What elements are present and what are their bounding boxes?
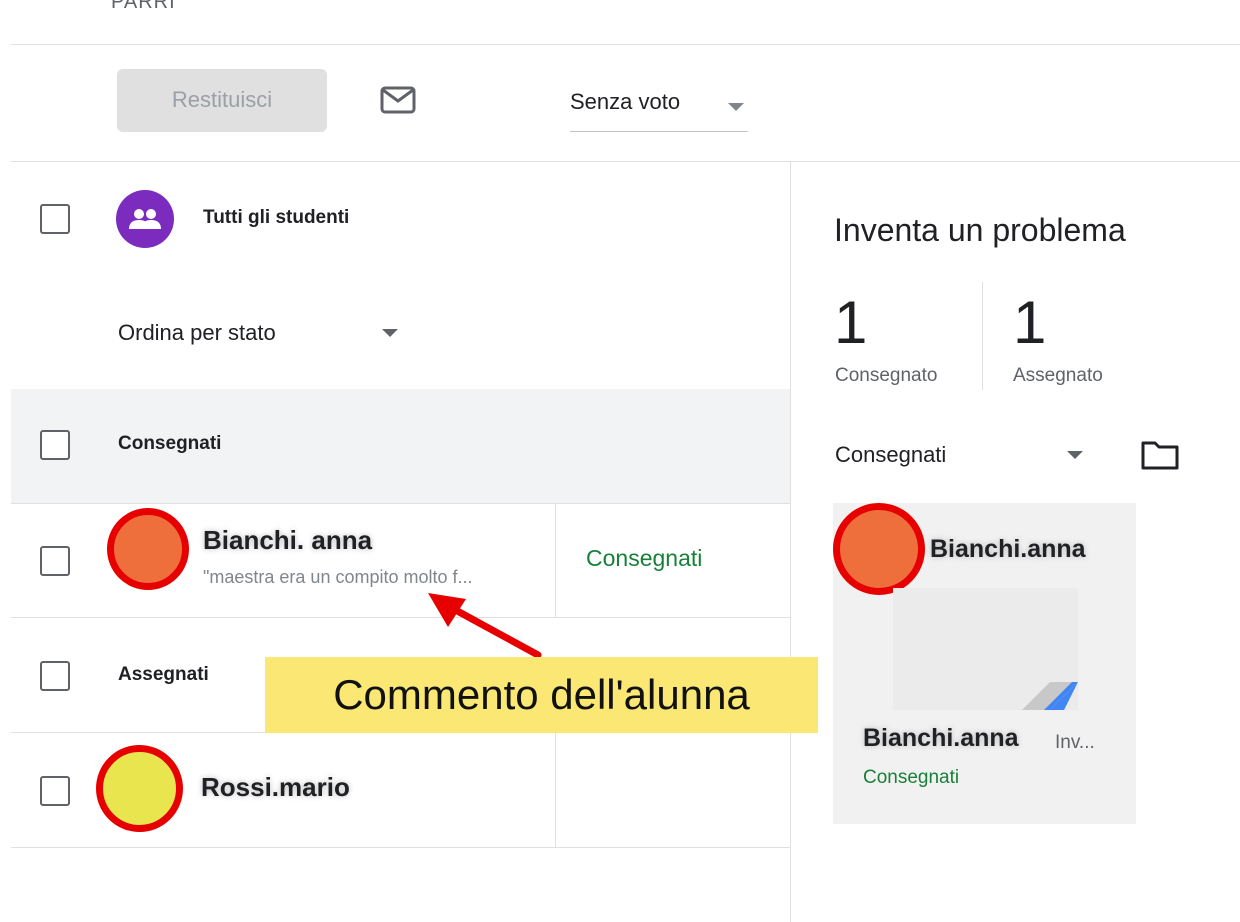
status-divider	[555, 503, 556, 617]
docs-corner-icon	[1022, 682, 1078, 710]
row-divider	[11, 617, 790, 618]
chevron-down-icon	[728, 103, 744, 111]
student-checkbox[interactable]	[40, 776, 70, 806]
student-name: Rossi.mario	[201, 772, 350, 802]
all-students-label: Tutti gli studenti	[203, 207, 350, 228]
assigned-label: Assegnato	[1013, 365, 1103, 386]
avatar	[833, 503, 925, 595]
turned-in-count: 1	[834, 289, 868, 356]
toolbar-divider	[11, 161, 1240, 162]
grade-select[interactable]: Senza voto	[570, 89, 748, 132]
filter-select[interactable]: Consegnati	[835, 442, 946, 468]
section-checkbox-assigned[interactable]	[40, 661, 70, 691]
return-button[interactable]: Restituisci	[117, 69, 327, 132]
stats-divider	[982, 282, 983, 390]
card-student-name: Bianchi.anna	[930, 535, 1086, 563]
mail-icon[interactable]	[380, 86, 416, 114]
sort-select[interactable]: Ordina per stato	[118, 320, 276, 346]
chevron-down-icon[interactable]	[382, 329, 398, 337]
header-divider	[11, 44, 1240, 45]
people-icon	[129, 209, 161, 229]
page-title-partial: PARRI	[111, 0, 176, 13]
file-suffix: Inv...	[1055, 732, 1095, 753]
student-checkbox[interactable]	[40, 546, 70, 576]
chevron-down-icon[interactable]	[1067, 451, 1083, 459]
avatar	[107, 508, 189, 590]
row-divider	[11, 503, 790, 504]
grade-select-value: Senza voto	[570, 89, 681, 114]
section-title-turned-in: Consegnati	[118, 433, 222, 454]
annotation-arrow	[428, 593, 542, 659]
turned-in-label: Consegnato	[835, 365, 938, 386]
group-avatar	[116, 190, 174, 248]
row-divider	[11, 847, 790, 848]
student-status: Consegnati	[586, 545, 703, 571]
section-title-assigned: Assegnati	[118, 664, 209, 685]
assignment-title: Inventa un problema	[834, 212, 1126, 248]
card-status: Consegnati	[863, 767, 960, 788]
folder-icon[interactable]	[1141, 440, 1179, 470]
panel-divider	[790, 162, 791, 922]
assigned-count: 1	[1013, 289, 1047, 356]
status-divider	[555, 733, 556, 847]
annotation-callout: Commento dell'alunna	[265, 657, 818, 733]
avatar	[96, 745, 183, 832]
file-name: Bianchi.anna	[863, 724, 1019, 752]
select-all-checkbox[interactable]	[40, 204, 70, 234]
annotation-text: Commento dell'alunna	[333, 671, 750, 718]
student-name: Bianchi. anna	[203, 525, 373, 555]
section-checkbox-turned-in[interactable]	[40, 430, 70, 460]
